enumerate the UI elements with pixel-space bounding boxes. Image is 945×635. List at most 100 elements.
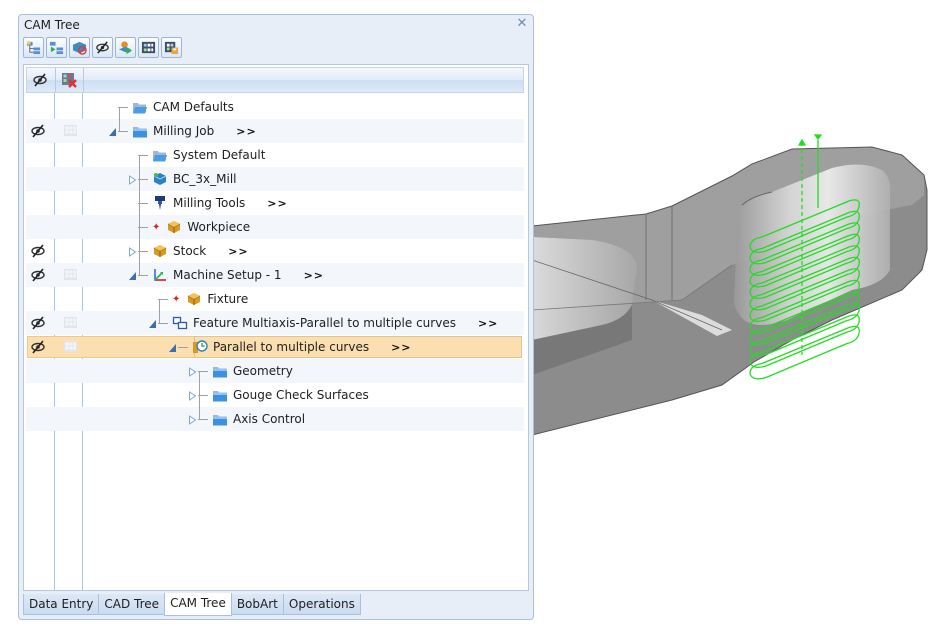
- tree-row-selected[interactable]: Parallel to multiple curves >>: [26, 335, 524, 359]
- tree-node[interactable]: ✦ Fixture: [172, 287, 248, 311]
- tree-row[interactable]: Axis Control: [26, 407, 524, 431]
- more-button[interactable]: >>: [391, 341, 411, 354]
- simulate-button[interactable]: [115, 37, 136, 58]
- tree-node[interactable]: Parallel to multiple curves >>: [192, 335, 412, 359]
- tree-row[interactable]: CAM Defaults: [26, 95, 524, 119]
- tree-rows: CAM Defaults Milling Job >> System Default B…: [26, 95, 524, 431]
- grid-toggle-icon[interactable]: [64, 316, 78, 330]
- visibility-toggle-icon[interactable]: [30, 315, 46, 331]
- tree-node-label: Machine Setup - 1: [173, 268, 282, 282]
- cam-tree-view[interactable]: CAM Defaults Milling Job >> System Default B…: [23, 64, 529, 591]
- close-icon[interactable]: ✕: [515, 17, 529, 31]
- tree-row[interactable]: Geometry: [26, 359, 524, 383]
- tree-node[interactable]: System Default: [152, 143, 265, 167]
- grid-icon: [141, 41, 156, 54]
- grid-column-header[interactable]: [56, 68, 82, 92]
- model-view: [532, 134, 928, 436]
- add-node-button[interactable]: [46, 37, 67, 58]
- tree-node[interactable]: Stock >>: [152, 239, 249, 263]
- grid-view-button[interactable]: [138, 37, 159, 58]
- grid-toggle-icon[interactable]: [64, 340, 78, 354]
- tree-node[interactable]: ✦ Workpiece: [152, 215, 250, 239]
- tool-icon: [152, 195, 168, 211]
- panel-title: CAM Tree: [24, 18, 80, 32]
- tree-header: [26, 67, 524, 93]
- tree-row[interactable]: BC_3x_Mill: [26, 167, 524, 191]
- eye-hidden-icon: [96, 41, 109, 54]
- tree-node-label: Parallel to multiple curves: [213, 340, 370, 354]
- tree-node-label: Milling Job: [153, 124, 215, 138]
- tree-row[interactable]: Gouge Check Surfaces: [26, 383, 524, 407]
- grid-toggle-icon[interactable]: [64, 268, 78, 282]
- axes-icon: [152, 267, 168, 283]
- tree-node-label: Fixture: [207, 292, 249, 306]
- grid-save-icon: [164, 41, 179, 55]
- grid-export-button[interactable]: [161, 37, 182, 58]
- operation-icon: [192, 339, 208, 355]
- grid-delete-icon: [62, 73, 77, 88]
- more-button[interactable]: >>: [228, 245, 248, 258]
- tab-operations[interactable]: Operations: [282, 594, 361, 615]
- grid-toggle-icon[interactable]: [64, 124, 78, 138]
- tree-node[interactable]: Axis Control: [212, 407, 305, 431]
- tree-row[interactable]: ✦ Workpiece: [26, 215, 524, 239]
- tree-connector: [198, 419, 208, 420]
- tree-guide-line: [199, 371, 200, 419]
- tree-row[interactable]: System Default: [26, 143, 524, 167]
- hide-stock-button[interactable]: [69, 37, 90, 58]
- expand-arrow-icon[interactable]: [188, 390, 197, 401]
- collapse-arrow-icon[interactable]: [108, 126, 117, 136]
- tree-connector: [118, 131, 128, 132]
- tree-node-label: Gouge Check Surfaces: [233, 388, 369, 402]
- tree-row[interactable]: Machine Setup - 1 >>: [26, 263, 524, 287]
- more-button[interactable]: >>: [267, 197, 287, 210]
- tree-node[interactable]: Milling Tools >>: [152, 191, 288, 215]
- tree-node[interactable]: Feature Multiaxis-Parallel to multiple c…: [172, 311, 498, 335]
- collapse-arrow-icon[interactable]: [128, 270, 137, 280]
- tab-cad-tree[interactable]: CAD Tree: [98, 594, 166, 615]
- more-button[interactable]: >>: [236, 125, 256, 138]
- 3d-viewport[interactable]: [532, 0, 945, 635]
- more-button[interactable]: >>: [478, 317, 498, 330]
- tree-row[interactable]: ✦ Fixture: [26, 287, 524, 311]
- tab-cam-tree[interactable]: CAM Tree: [164, 593, 232, 616]
- expand-arrow-icon[interactable]: [128, 174, 137, 185]
- toolbar: [23, 37, 182, 59]
- title-bar[interactable]: CAM Tree ✕: [19, 15, 533, 36]
- panel-tabs: Data Entry CAD Tree CAM Tree BobArt Oper…: [23, 593, 361, 616]
- new-job-button[interactable]: [23, 37, 44, 58]
- visibility-toggle-icon[interactable]: [30, 123, 46, 139]
- visibility-toggle-icon[interactable]: [30, 243, 46, 259]
- tree-connector: [138, 275, 148, 276]
- tree-row[interactable]: Feature Multiaxis-Parallel to multiple c…: [26, 311, 524, 335]
- expand-arrow-icon[interactable]: [188, 414, 197, 425]
- tree-row[interactable]: Stock >>: [26, 239, 524, 263]
- tab-bobart[interactable]: BobArt: [230, 594, 284, 615]
- visibility-toggle-icon[interactable]: [30, 267, 46, 283]
- tree-node[interactable]: Milling Job >>: [132, 119, 257, 143]
- collapse-arrow-icon[interactable]: [148, 318, 157, 328]
- toggle-visibility-button[interactable]: [92, 37, 113, 58]
- tab-data-entry[interactable]: Data Entry: [23, 594, 100, 615]
- tree-node[interactable]: Geometry: [212, 359, 293, 383]
- tree-node[interactable]: CAM Defaults: [132, 95, 234, 119]
- tree-node[interactable]: Machine Setup - 1 >>: [152, 263, 324, 287]
- tree-guide-line: [139, 155, 140, 275]
- tree-row[interactable]: Milling Tools >>: [26, 191, 524, 215]
- visibility-toggle-icon[interactable]: [30, 339, 46, 355]
- visibility-column-header[interactable]: [27, 68, 53, 92]
- tree-row[interactable]: Milling Job >>: [26, 119, 524, 143]
- collapse-arrow-icon[interactable]: [168, 342, 177, 352]
- expand-arrow-icon[interactable]: [188, 366, 197, 377]
- tree-node-label: Workpiece: [187, 220, 251, 234]
- expand-arrow-icon[interactable]: [128, 246, 137, 257]
- folder-icon: [212, 363, 228, 379]
- tree-connector: [178, 347, 188, 348]
- tree-node[interactable]: Gouge Check Surfaces: [212, 383, 369, 407]
- stock-hide-icon: [72, 41, 87, 55]
- folder-icon: [132, 123, 148, 139]
- tree-node-label: Feature Multiaxis-Parallel to multiple c…: [193, 316, 456, 330]
- more-button[interactable]: >>: [304, 269, 324, 282]
- red-marker-icon: ✦: [172, 293, 181, 305]
- tree-node[interactable]: BC_3x_Mill: [152, 167, 237, 191]
